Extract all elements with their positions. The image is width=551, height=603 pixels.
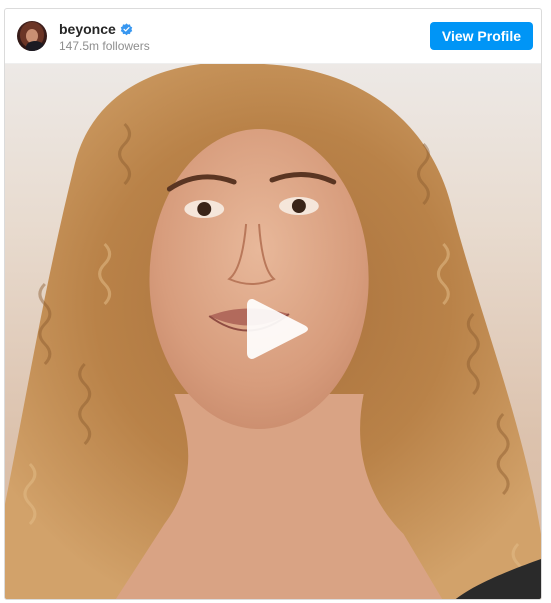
video-thumbnail[interactable]: [5, 64, 541, 599]
instagram-embed-card: beyonce 147.5m followers View Profile: [4, 8, 542, 600]
avatar[interactable]: [17, 21, 47, 51]
view-profile-button[interactable]: View Profile: [429, 22, 533, 50]
post-header: beyonce 147.5m followers View Profile: [5, 9, 541, 64]
verified-badge-icon: [120, 22, 133, 36]
play-icon[interactable]: [247, 296, 309, 362]
username[interactable]: beyonce: [59, 21, 116, 37]
username-row: beyonce: [59, 21, 133, 37]
follower-count: 147.5m followers: [59, 39, 150, 53]
